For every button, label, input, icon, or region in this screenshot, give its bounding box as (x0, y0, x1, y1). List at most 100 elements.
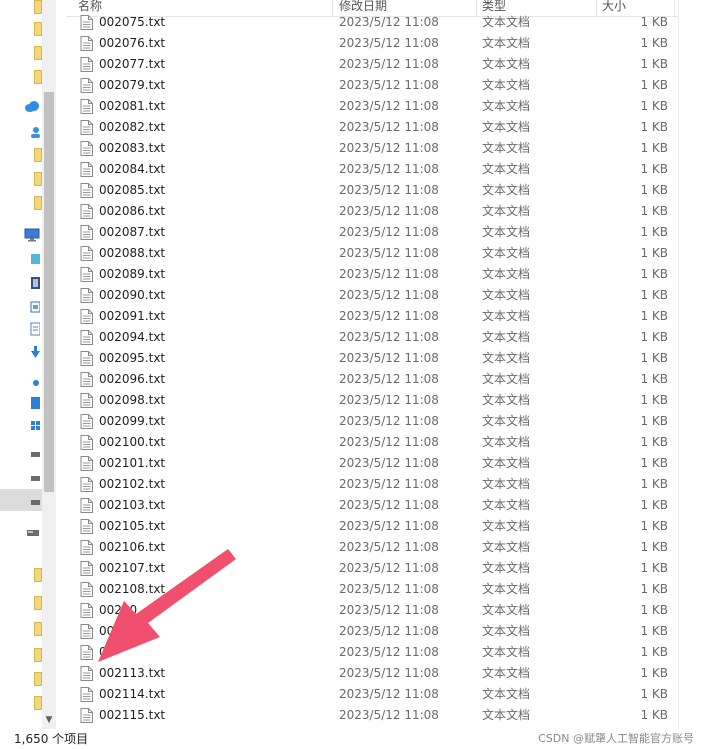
file-name: 002091.txt (99, 309, 166, 323)
table-row[interactable]: 002107.txt 2023/5/12 11:08 文本文档 1 KB (66, 558, 678, 579)
file-date: 2023/5/12 11:08 (339, 225, 439, 239)
file-name: 002083.txt (99, 141, 166, 155)
file-date: 2023/5/12 11:08 (339, 309, 439, 323)
table-row[interactable]: 002087.txt 2023/5/12 11:08 文本文档 1 KB (66, 222, 678, 243)
folder-icon[interactable] (34, 568, 42, 582)
file-name: 002088.txt (99, 246, 166, 260)
table-row[interactable]: 002105.txt 2023/5/12 11:08 文本文档 1 KB (66, 516, 678, 537)
file-date: 2023/5/12 11:08 (339, 456, 439, 470)
table-row[interactable]: 002103.txt 2023/5/12 11:08 文本文档 1 KB (66, 495, 678, 516)
file-date: 2023/5/12 11:08 (339, 519, 439, 533)
folder-icon[interactable] (34, 672, 42, 686)
table-row[interactable]: 002083.txt 2023/5/12 11:08 文本文档 1 KB (66, 138, 678, 159)
text-file-icon (80, 624, 93, 639)
folder-icon[interactable] (34, 0, 42, 14)
desktop-icon[interactable] (24, 228, 40, 242)
3d-objects-icon[interactable] (30, 252, 40, 266)
file-type: 文本文档 (482, 540, 531, 554)
table-row[interactable]: 002114.txt 2023/5/12 11:08 文本文档 1 KB (66, 684, 678, 705)
folder-icon[interactable] (34, 696, 42, 710)
file-date: 2023/5/12 11:08 (339, 372, 439, 386)
table-row[interactable]: 002076.txt 2023/5/12 11:08 文本文档 1 KB (66, 33, 678, 54)
file-name: 002085.txt (99, 183, 166, 197)
file-date: 2023/5/12 11:08 (339, 99, 439, 113)
cloud-icon[interactable] (24, 100, 40, 112)
table-row[interactable]: 002088.txt 2023/5/12 11:08 文本文档 1 KB (66, 243, 678, 264)
file-name: 002082.txt (99, 120, 166, 134)
file-name: 002106.txt (99, 540, 166, 554)
table-row[interactable]: 002077.txt 2023/5/12 11:08 文本文档 1 KB (66, 54, 678, 75)
table-row[interactable]: 002086.txt 2023/5/12 11:08 文本文档 1 KB (66, 201, 678, 222)
text-file-icon (80, 267, 93, 282)
user-icon[interactable] (30, 126, 40, 138)
file-size: 1 KB (640, 57, 668, 71)
folder-icon[interactable] (34, 622, 42, 636)
table-row[interactable]: 002106.txt 2023/5/12 11:08 文本文档 1 KB (66, 537, 678, 558)
table-row[interactable]: 002108.txt 2023/5/12 11:08 文本文档 1 KB (66, 579, 678, 600)
network-icon[interactable] (26, 528, 40, 538)
folder-icon[interactable] (34, 648, 42, 662)
file-type: 文本文档 (482, 414, 531, 428)
table-row[interactable]: 002081.txt 2023/5/12 11:08 文本文档 1 KB (66, 96, 678, 117)
table-row[interactable]: 002095.txt 2023/5/12 11:08 文本文档 1 KB (66, 348, 678, 369)
table-row[interactable]: 00 2023/5/12 11:08 文本文档 1 KB (66, 621, 678, 642)
file-type: 文本文档 (482, 288, 531, 302)
windows-drive-icon[interactable] (30, 396, 40, 410)
folder-icon[interactable] (34, 46, 42, 60)
drive-icon[interactable] (30, 474, 40, 482)
text-file-icon (80, 498, 93, 513)
folder-icon[interactable] (34, 172, 42, 186)
music-icon[interactable] (30, 376, 40, 386)
file-date: 2023/5/12 11:08 (339, 78, 439, 92)
drive-icon[interactable] (30, 498, 40, 506)
table-row[interactable]: 002075.txt 2023/5/12 11:08 文本文档 1 KB (66, 12, 678, 33)
table-row[interactable]: 002085.txt 2023/5/12 11:08 文本文档 1 KB (66, 180, 678, 201)
file-size: 1 KB (640, 351, 668, 365)
table-row[interactable]: 00 2023/5/12 11:08 文本文档 1 KB (66, 642, 678, 663)
videos-icon[interactable] (30, 276, 40, 290)
drive-icon[interactable] (30, 450, 40, 458)
nav-scrollbar-thumb[interactable] (44, 92, 54, 492)
table-row[interactable]: 002101.txt 2023/5/12 11:08 文本文档 1 KB (66, 453, 678, 474)
table-row[interactable]: 00210 2023/5/12 11:08 文本文档 1 KB (66, 600, 678, 621)
text-file-icon (80, 477, 93, 492)
text-file-icon (80, 708, 93, 723)
table-row[interactable]: 002099.txt 2023/5/12 11:08 文本文档 1 KB (66, 411, 678, 432)
folder-icon[interactable] (34, 148, 42, 162)
table-row[interactable]: 002082.txt 2023/5/12 11:08 文本文档 1 KB (66, 117, 678, 138)
folder-icon[interactable] (34, 196, 42, 210)
table-row[interactable]: 002098.txt 2023/5/12 11:08 文本文档 1 KB (66, 390, 678, 411)
folder-icon[interactable] (34, 70, 42, 84)
table-row[interactable]: 002096.txt 2023/5/12 11:08 文本文档 1 KB (66, 369, 678, 390)
documents-icon[interactable] (30, 322, 40, 336)
table-row[interactable]: 002102.txt 2023/5/12 11:08 文本文档 1 KB (66, 474, 678, 495)
file-list-scrollbar[interactable] (678, 0, 696, 729)
file-date: 2023/5/12 11:08 (339, 561, 439, 575)
file-size: 1 KB (640, 162, 668, 176)
folder-icon[interactable] (34, 596, 42, 610)
file-size: 1 KB (640, 372, 668, 386)
apps-icon[interactable] (30, 420, 40, 432)
table-row[interactable]: 002091.txt 2023/5/12 11:08 文本文档 1 KB (66, 306, 678, 327)
watermark: CSDN @赋犟人工智能官方账号 (538, 732, 694, 745)
table-row[interactable]: 002100.txt 2023/5/12 11:08 文本文档 1 KB (66, 432, 678, 453)
table-row[interactable]: 002090.txt 2023/5/12 11:08 文本文档 1 KB (66, 285, 678, 306)
file-name: 002094.txt (99, 330, 166, 344)
table-row[interactable]: 002115.txt 2023/5/12 11:08 文本文档 1 KB (66, 705, 678, 726)
downloads-icon[interactable] (30, 346, 40, 360)
folder-icon[interactable] (34, 22, 42, 36)
text-file-icon (80, 204, 93, 219)
text-file-icon (80, 351, 93, 366)
file-name: 002075.txt (99, 15, 166, 29)
pictures-icon[interactable] (30, 300, 40, 314)
file-date: 2023/5/12 11:08 (339, 141, 439, 155)
table-row[interactable]: 002094.txt 2023/5/12 11:08 文本文档 1 KB (66, 327, 678, 348)
table-row[interactable]: 002084.txt 2023/5/12 11:08 文本文档 1 KB (66, 159, 678, 180)
nav-scrollbar[interactable]: ▼ (42, 0, 56, 729)
table-row[interactable]: 002089.txt 2023/5/12 11:08 文本文档 1 KB (66, 264, 678, 285)
table-row[interactable]: 002079.txt 2023/5/12 11:08 文本文档 1 KB (66, 75, 678, 96)
file-type: 文本文档 (482, 603, 531, 617)
file-date: 2023/5/12 11:08 (339, 15, 439, 29)
chevron-down-icon[interactable]: ▼ (42, 712, 56, 728)
table-row[interactable]: 002113.txt 2023/5/12 11:08 文本文档 1 KB (66, 663, 678, 684)
